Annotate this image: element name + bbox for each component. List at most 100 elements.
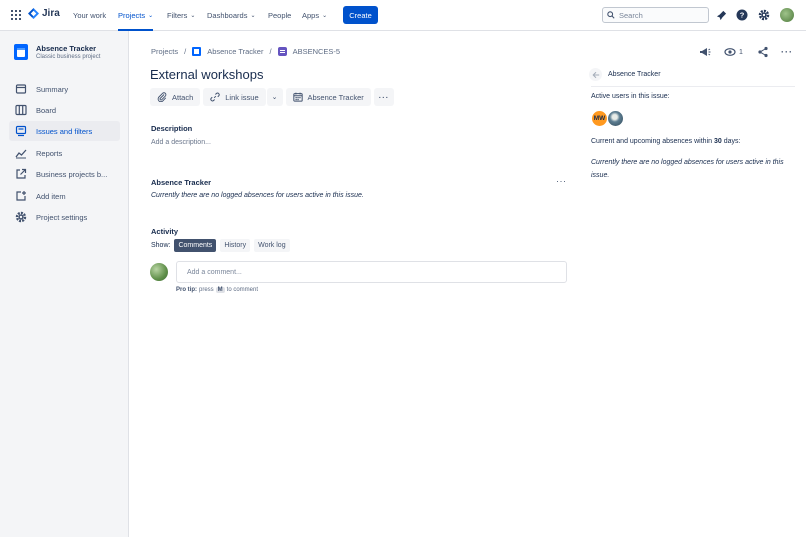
gear-icon bbox=[15, 211, 27, 223]
sidebar-item-label: Business projects b... bbox=[36, 169, 108, 179]
watch-button[interactable]: 1 bbox=[724, 45, 743, 59]
breadcrumb-separator: / bbox=[269, 47, 272, 56]
breadcrumb-projects[interactable]: Projects bbox=[151, 47, 178, 56]
section-more-icon[interactable]: ··· bbox=[556, 176, 567, 186]
summary-icon bbox=[15, 84, 27, 94]
share-icon[interactable] bbox=[757, 45, 769, 59]
chevron-down-icon: ⌄ bbox=[322, 13, 328, 19]
nav-projects[interactable]: Projects ⌄ bbox=[118, 0, 154, 31]
sidebar-item-label: Issues and filters bbox=[36, 126, 93, 136]
project-type: Classic business project bbox=[36, 54, 101, 60]
sidebar-item-label: Summary bbox=[36, 84, 69, 94]
issues-icon bbox=[15, 125, 27, 137]
search-placeholder: Search bbox=[619, 10, 643, 20]
sidebar-item-add-item[interactable]: Add item bbox=[9, 186, 120, 206]
sidebar-item-business-projects[interactable]: Business projects b... bbox=[9, 164, 120, 184]
jira-logo-icon bbox=[28, 8, 39, 19]
absence-tracker-label: Absence Tracker bbox=[307, 92, 364, 102]
activity-filter: Show: Comments History Work log bbox=[151, 239, 290, 252]
pro-tip-label: Pro tip: bbox=[176, 287, 197, 293]
search-input[interactable]: Search bbox=[602, 7, 709, 23]
nav-dashboards-label: Dashboards bbox=[207, 11, 248, 20]
more-icon[interactable]: ··· bbox=[373, 88, 395, 106]
avatar bbox=[150, 263, 168, 281]
search-icon bbox=[607, 11, 615, 19]
sidebar-item-label: Add item bbox=[36, 191, 66, 201]
breadcrumb: Projects / Absence Tracker / ABSENCES-5 bbox=[151, 47, 340, 56]
add-item-icon bbox=[16, 191, 26, 201]
issue-type-icon bbox=[277, 47, 287, 56]
link-issue-button[interactable]: Link issue bbox=[203, 88, 266, 106]
attach-button[interactable]: Attach bbox=[150, 88, 201, 106]
create-button[interactable]: Create bbox=[343, 6, 378, 24]
settings-gear-icon[interactable] bbox=[758, 9, 770, 21]
project-header[interactable]: Absence Tracker Classic business project bbox=[14, 44, 100, 60]
jira-logo[interactable]: Jira bbox=[28, 8, 60, 19]
absence-tracker-text: Currently there are no logged absences f… bbox=[151, 192, 364, 199]
breadcrumb-project[interactable]: Absence Tracker bbox=[207, 47, 263, 56]
link-icon bbox=[210, 92, 220, 102]
project-name: Absence Tracker bbox=[36, 44, 97, 53]
board-icon bbox=[15, 104, 27, 116]
tab-comments[interactable]: Comments bbox=[174, 239, 217, 252]
reports-icon bbox=[15, 149, 27, 159]
top-navigation: Jira Your work Projects ⌄ Filters ⌄ Dash… bbox=[0, 0, 806, 31]
nav-people-label: People bbox=[268, 11, 292, 20]
tab-history[interactable]: History bbox=[220, 239, 251, 252]
description-heading: Description bbox=[151, 124, 193, 133]
nav-your-work-label: Your work bbox=[73, 11, 107, 20]
pro-tip-press: press bbox=[199, 287, 214, 293]
sidebar-item-label: Project settings bbox=[36, 212, 88, 222]
absence-tracker-button[interactable]: Absence Tracker bbox=[285, 88, 371, 106]
nav-people[interactable]: People bbox=[268, 0, 291, 31]
nav-apps[interactable]: Apps ⌄ bbox=[302, 0, 327, 31]
project-icon bbox=[14, 44, 28, 60]
pro-tip-key: M bbox=[215, 287, 225, 293]
sidebar-item-summary[interactable]: Summary bbox=[9, 79, 120, 99]
attach-label: Attach bbox=[172, 92, 194, 102]
activity-heading: Activity bbox=[151, 227, 179, 236]
upcoming-absences-label: Current and upcoming absences within 30 … bbox=[591, 138, 740, 145]
sidebar-item-board[interactable]: Board bbox=[9, 100, 120, 120]
notifications-icon[interactable] bbox=[715, 9, 727, 21]
pro-tip-suffix: to comment bbox=[226, 287, 259, 293]
tab-work-log[interactable]: Work log bbox=[254, 239, 290, 252]
avatar[interactable]: MW bbox=[591, 110, 608, 127]
external-link-icon bbox=[16, 168, 27, 179]
nav-apps-label: Apps bbox=[302, 11, 320, 20]
jira-logo-text: Jira bbox=[42, 8, 60, 19]
nav-dashboards[interactable]: Dashboards ⌄ bbox=[207, 0, 255, 31]
sidebar-item-project-settings[interactable]: Project settings bbox=[9, 207, 120, 227]
sidebar-item-label: Board bbox=[36, 105, 57, 115]
paperclip-icon bbox=[157, 92, 167, 102]
upcoming-days: 30 bbox=[713, 138, 722, 145]
user-avatar[interactable] bbox=[780, 8, 794, 22]
nav-filters[interactable]: Filters ⌄ bbox=[167, 0, 195, 31]
show-label: Show: bbox=[151, 242, 171, 249]
link-issue-label: Link issue bbox=[225, 92, 259, 102]
sidebar-item-reports[interactable]: Reports bbox=[9, 143, 120, 163]
chevron-down-icon: ⌄ bbox=[190, 13, 196, 19]
link-issue-dropdown[interactable]: ⌄ bbox=[266, 88, 283, 106]
no-absences-text: Currently there are no logged absences f… bbox=[591, 159, 784, 179]
issue-toolbar: Attach Link issue ⌄ Absence Tracker ··· bbox=[150, 88, 395, 106]
back-arrow-icon[interactable] bbox=[589, 68, 602, 81]
upcoming-suffix: days: bbox=[723, 138, 741, 145]
sidebar-item-label: Reports bbox=[36, 148, 63, 158]
sidebar-item-issues-and-filters[interactable]: Issues and filters bbox=[9, 121, 120, 141]
issue-title[interactable]: External workshops bbox=[150, 67, 263, 82]
project-icon bbox=[192, 47, 202, 56]
avatar[interactable] bbox=[607, 110, 624, 127]
help-icon[interactable]: ? bbox=[736, 9, 748, 21]
breadcrumb-issue-key[interactable]: ABSENCES-5 bbox=[293, 47, 341, 56]
nav-your-work[interactable]: Your work bbox=[73, 0, 106, 31]
more-actions-icon[interactable]: ··· bbox=[781, 45, 793, 59]
svg-text:?: ? bbox=[740, 11, 745, 20]
comment-input[interactable]: Add a comment... bbox=[176, 261, 567, 283]
project-sidebar: Absence Tracker Classic business project… bbox=[0, 31, 129, 537]
watchers-count: 1 bbox=[739, 48, 743, 56]
description-field[interactable]: Add a description... bbox=[151, 139, 211, 146]
nav-projects-label: Projects bbox=[118, 11, 146, 20]
feedback-megaphone-icon[interactable] bbox=[699, 45, 711, 59]
app-switcher-icon[interactable] bbox=[11, 10, 21, 20]
